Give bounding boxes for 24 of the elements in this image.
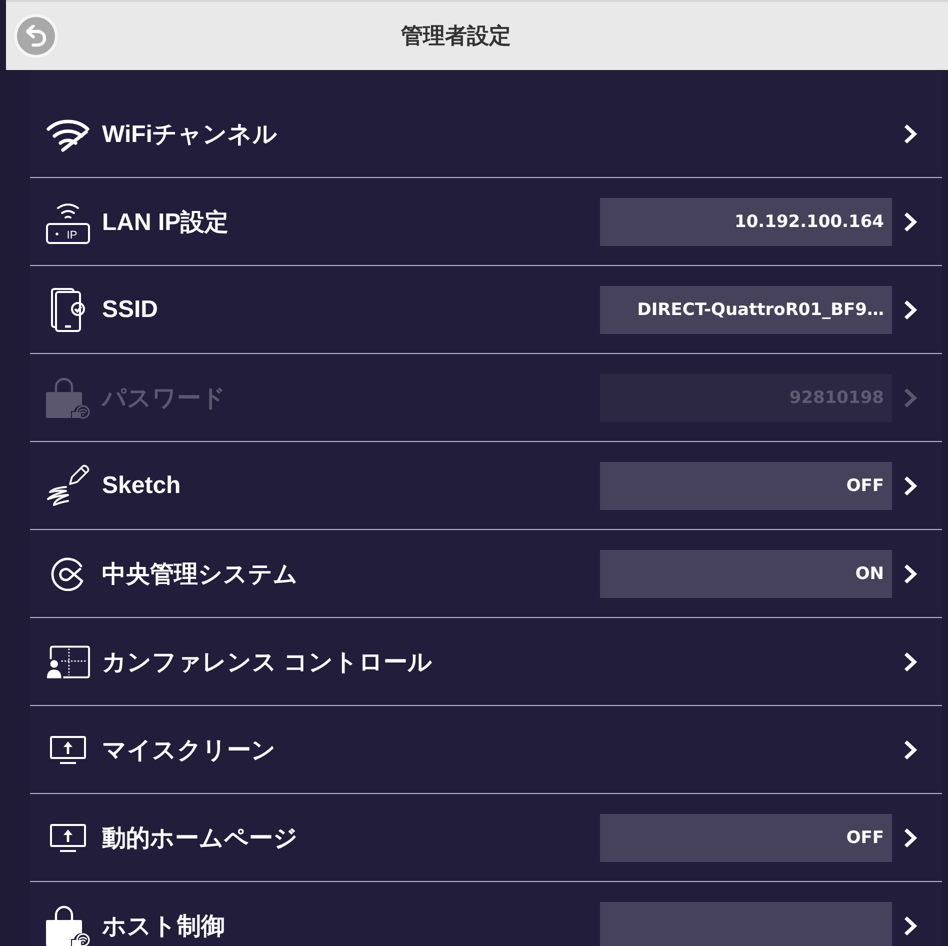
- setting-label[interactable]: カンファレンス コントロール: [102, 646, 433, 678]
- setting-label[interactable]: 中央管理システム: [102, 558, 298, 590]
- setting-label[interactable]: WiFiチャンネル: [102, 118, 278, 150]
- setting-label[interactable]: SSID: [102, 296, 158, 324]
- value-field[interactable]: OFF: [600, 462, 892, 510]
- setting-label[interactable]: LAN IP設定: [102, 206, 229, 238]
- monitor-upload-icon: [50, 736, 86, 764]
- padlock-icon: [46, 376, 90, 418]
- value-field[interactable]: ON: [600, 550, 892, 598]
- setting-label[interactable]: Sketch: [102, 472, 181, 500]
- page-title: 管理者設定: [401, 22, 511, 50]
- setting-label[interactable]: マイスクリーン: [102, 734, 276, 766]
- monitor-upload-icon: [50, 824, 86, 852]
- padlock-icon: [46, 904, 90, 946]
- value-field[interactable]: 10.192.100.164: [600, 198, 892, 246]
- back-arrow-icon: [26, 25, 46, 47]
- setting-label[interactable]: ホスト制御: [102, 910, 225, 942]
- pencil-scribble-icon: [46, 464, 90, 508]
- phone-check-icon: [51, 288, 85, 332]
- value-field[interactable]: OFF: [600, 814, 892, 862]
- presenter-screen-icon: [46, 644, 90, 678]
- value-field[interactable]: DIRECT-QuattroR01_BF9…: [600, 286, 892, 334]
- setting-label[interactable]: 動的ホームページ: [102, 822, 298, 854]
- value-field[interactable]: [600, 902, 892, 946]
